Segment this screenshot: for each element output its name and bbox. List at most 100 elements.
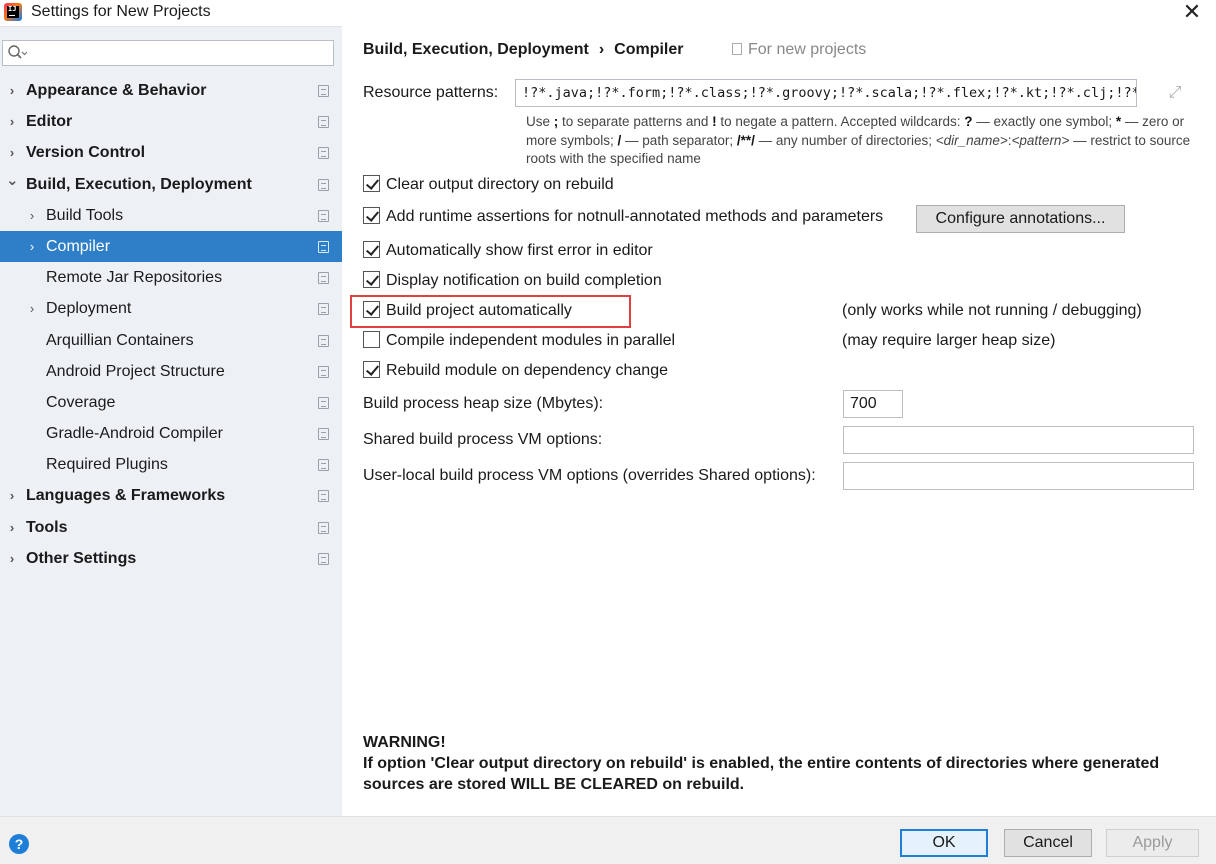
ok-button[interactable]: OK [900, 829, 988, 857]
resource-patterns-field[interactable]: !?*.java;!?*.form;!?*.class;!?*.groovy;!… [515, 79, 1137, 107]
search-icon [7, 44, 28, 62]
project-settings-icon [318, 178, 329, 191]
intellij-app-icon: IJ [4, 3, 22, 21]
sidebar-item-tools[interactable]: › Tools [0, 512, 342, 543]
project-settings-icon [318, 552, 329, 565]
resource-patterns-help: Use ; to separate patterns and ! to nega… [526, 114, 1191, 166]
project-settings-icon [318, 396, 329, 409]
project-settings-icon [318, 116, 329, 129]
sidebar-item-label: Editor [26, 113, 73, 131]
sidebar-item-label: Appearance & Behavior [26, 82, 207, 99]
chevron-down-icon[interactable]: ⌄ [6, 165, 19, 196]
breadcrumb-build-execution-deployment[interactable]: Build, Execution, Deployment [363, 41, 589, 58]
shared-vm-options-field[interactable] [843, 426, 1194, 454]
show-first-error-checkbox[interactable] [363, 241, 380, 258]
sidebar-item-label: Version Control [26, 144, 146, 162]
rebuild-on-dependency-checkbox[interactable] [363, 361, 380, 378]
sidebar-item-appearance-behavior[interactable]: › Appearance & Behavior [0, 75, 342, 106]
project-settings-icon [318, 272, 329, 285]
close-icon[interactable]: ✕ [1180, 1, 1204, 25]
runtime-assertions-option[interactable]: Add runtime assertions for notnull-annot… [363, 205, 883, 229]
sidebar-item-coverage[interactable]: Coverage [0, 387, 342, 418]
chevron-right-icon[interactable]: › [6, 106, 18, 137]
rebuild-on-dependency-option[interactable]: Rebuild module on dependency change [363, 359, 668, 383]
show-first-error-option[interactable]: Automatically show first error in editor [363, 239, 653, 263]
clear-output-checkbox[interactable] [363, 175, 380, 192]
sidebar-item-build-execution-deployment[interactable]: ⌄ Build, Execution, Deployment [0, 169, 342, 200]
project-settings-icon [318, 490, 329, 503]
build-automatically-note: (only works while not running / debuggin… [842, 302, 1142, 319]
sidebar-item-label: Remote Jar Repositories [46, 269, 223, 287]
compile-parallel-note: (may require larger heap size) [842, 332, 1056, 349]
breadcrumb-separator: › [598, 41, 605, 58]
chevron-right-icon[interactable]: › [6, 543, 18, 574]
sidebar-item-arquillian-containers[interactable]: Arquillian Containers [0, 325, 342, 356]
sidebar-item-label: Android Project Structure [46, 362, 225, 380]
document-icon [732, 43, 742, 55]
settings-tree: › Appearance & Behavior › Editor › Version Co… [0, 75, 342, 574]
display-notification-checkbox[interactable] [363, 271, 380, 288]
cancel-button[interactable]: Cancel [1004, 829, 1092, 857]
runtime-assertions-checkbox[interactable] [363, 207, 380, 224]
build-automatically-checkbox[interactable] [363, 301, 380, 318]
project-settings-icon [318, 334, 329, 347]
chevron-right-icon[interactable]: › [6, 75, 18, 106]
project-settings-icon [318, 147, 329, 160]
project-settings-icon [318, 240, 329, 253]
chevron-right-icon[interactable]: › [26, 293, 38, 324]
sidebar-item-android-project-structure[interactable]: Android Project Structure [0, 356, 342, 387]
project-settings-icon [318, 303, 329, 316]
sidebar-item-version-control[interactable]: › Version Control [0, 137, 342, 168]
title-bar: IJ Settings for New Projects ✕ [0, 0, 1216, 26]
project-settings-icon [318, 459, 329, 472]
apply-button[interactable]: Apply [1106, 829, 1199, 857]
compile-parallel-option[interactable]: Compile independent modules in parallel [363, 329, 675, 353]
user-vm-options-field[interactable] [843, 462, 1194, 490]
warning-message: WARNING! If option 'Clear output directo… [363, 732, 1183, 795]
search-box[interactable] [2, 40, 334, 66]
sidebar-item-label: Gradle-Android Compiler [46, 425, 223, 443]
sidebar-item-required-plugins[interactable]: Required Plugins [0, 449, 342, 480]
search-input[interactable] [29, 43, 329, 63]
project-settings-icon [318, 521, 329, 534]
clear-output-option[interactable]: Clear output directory on rebuild [363, 173, 614, 197]
chevron-right-icon[interactable]: › [26, 231, 38, 262]
breadcrumb-compiler: Compiler [614, 41, 684, 58]
warning-title: WARNING! [363, 734, 446, 751]
sidebar-item-compiler[interactable]: › Compiler [0, 230, 342, 263]
chevron-right-icon[interactable]: › [6, 480, 18, 511]
project-settings-icon [318, 428, 329, 441]
sidebar-item-editor[interactable]: › Editor [0, 106, 342, 137]
build-automatically-option[interactable]: Build project automatically [363, 299, 572, 323]
heap-size-field[interactable]: 700 [843, 390, 903, 418]
sidebar-item-gradle-android-compiler[interactable]: Gradle-Android Compiler [0, 418, 342, 449]
sidebar-item-label: Deployment [46, 300, 132, 318]
compile-parallel-checkbox[interactable] [363, 331, 380, 348]
configure-annotations-button[interactable]: Configure annotations... [916, 205, 1125, 233]
user-vm-options-label: User-local build process VM options (ove… [363, 467, 816, 484]
chevron-right-icon[interactable]: › [26, 200, 38, 231]
chevron-right-icon[interactable]: › [6, 512, 18, 543]
expand-icon[interactable]: ⤢ [1166, 84, 1184, 102]
sidebar-item-label: Tools [26, 518, 68, 536]
settings-sidebar: › Appearance & Behavior › Editor › Version Co… [0, 26, 342, 816]
sidebar-item-deployment[interactable]: › Deployment [0, 293, 342, 324]
dialog-button-bar: ? OK Cancel Apply [0, 816, 1216, 864]
sidebar-item-remote-jar-repositories[interactable]: Remote Jar Repositories [0, 262, 342, 293]
sidebar-item-label: Build, Execution, Deployment [26, 175, 252, 193]
project-settings-icon [318, 365, 329, 378]
compiler-settings-panel: Build, Execution, Deployment › Compiler Fo… [342, 26, 1216, 816]
project-settings-icon [318, 209, 329, 222]
sidebar-item-label: Build Tools [46, 206, 124, 224]
resource-patterns-label: Resource patterns: [363, 84, 499, 101]
sidebar-item-label: Coverage [46, 393, 116, 411]
sidebar-item-label: Languages & Frameworks [26, 487, 226, 505]
sidebar-item-label: Other Settings [26, 549, 137, 567]
scope-text: For new projects [748, 41, 867, 58]
sidebar-item-languages-frameworks[interactable]: › Languages & Frameworks [0, 480, 342, 511]
sidebar-item-build-tools[interactable]: › Build Tools [0, 200, 342, 231]
display-notification-option[interactable]: Display notification on build completion [363, 269, 662, 293]
sidebar-item-other-settings[interactable]: › Other Settings [0, 543, 342, 574]
help-icon[interactable]: ? [9, 834, 29, 854]
sidebar-item-label: Compiler [46, 237, 111, 255]
